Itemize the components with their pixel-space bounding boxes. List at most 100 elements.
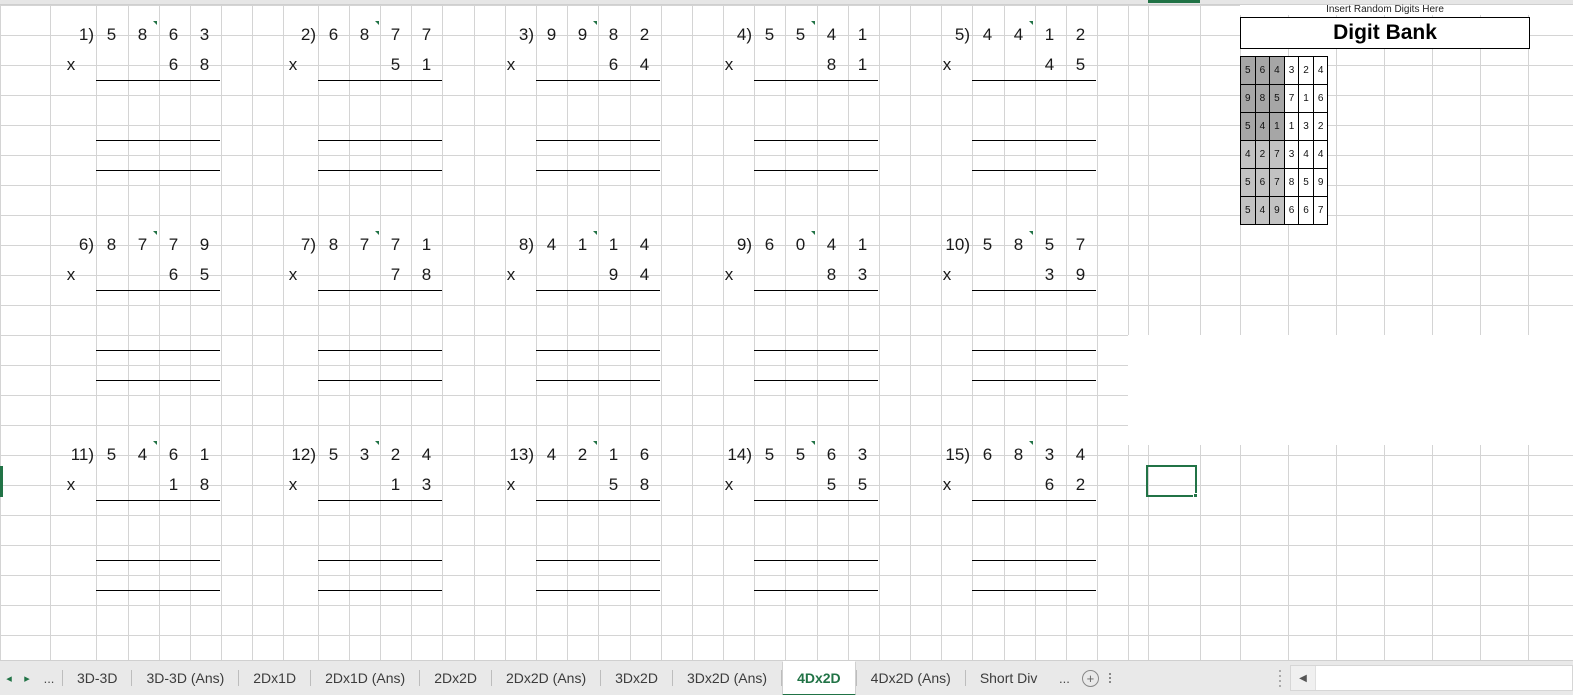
sheet-tab-2dx1d[interactable]: 2Dx1D [239,661,310,695]
multiplicand-digit[interactable]: 8 [598,20,629,50]
multiplicand-digit[interactable]: 1 [847,230,878,260]
digit-bank-cell[interactable]: 4 [1269,56,1285,85]
multiplicand-digit[interactable]: 7 [380,20,411,50]
multiplicand-digit[interactable]: 4 [1065,440,1096,470]
multiplier-digit[interactable]: 1 [380,470,411,500]
multiplicand-digit[interactable]: 4 [816,230,847,260]
digit-bank-table[interactable]: 564324985716541132427344567859549667 [1240,56,1329,225]
multiplicand-digit[interactable]: 1 [1034,20,1065,50]
multiplier-digit[interactable]: 7 [380,260,411,290]
sheet-tab-3dx2d[interactable]: 3Dx2D [601,661,672,695]
multiplicand-digit[interactable]: 8 [96,230,127,260]
sheet-tab-3dx2d-ans[interactable]: 3Dx2D (Ans) [673,661,781,695]
digit-bank-cell[interactable]: 5 [1240,112,1256,141]
multiplier-digit[interactable]: 9 [1065,260,1096,290]
multiplicand-digit[interactable]: 1 [189,440,220,470]
digit-bank-cell[interactable]: 7 [1312,196,1329,225]
multiplicand-digit[interactable]: 5 [972,230,1003,260]
multiplicand-digit[interactable]: 5 [318,440,349,470]
multiplicand-digit[interactable]: 4 [411,440,442,470]
digit-bank-cell[interactable]: 9 [1312,168,1329,197]
multiplier-digit[interactable]: 3 [1034,260,1065,290]
digit-bank-cell[interactable]: 6 [1254,168,1271,197]
multiplicand-digit[interactable]: 1 [598,230,629,260]
multiplicand-digit[interactable]: 3 [189,20,220,50]
digit-bank-cell[interactable]: 8 [1254,84,1271,113]
multiplicand-digit[interactable]: 1 [847,20,878,50]
spreadsheet-grid[interactable] [0,0,1573,660]
multiplicand-digit[interactable]: 9 [189,230,220,260]
multiplier-digit[interactable]: 8 [189,470,220,500]
digit-bank-cell[interactable]: 4 [1312,140,1329,169]
sheet-tab-short-div[interactable]: Short Div [966,661,1052,695]
multiplicand-digit[interactable]: 6 [318,20,349,50]
multiplicand-digit[interactable]: 5 [96,20,127,50]
multiplier-digit[interactable]: 5 [816,470,847,500]
multiplicand-digit[interactable]: 7 [411,20,442,50]
multiplicand-digit[interactable]: 2 [1065,20,1096,50]
multiplier-digit[interactable]: 5 [189,260,220,290]
digit-bank-cell[interactable]: 7 [1269,168,1285,197]
multiplicand-digit[interactable]: 9 [536,20,567,50]
next-sheet-arrow[interactable]: ▸ [18,661,36,695]
multiplier-digit[interactable]: 5 [1065,50,1096,80]
sheet-tab-4dx2d[interactable]: 4Dx2D [782,660,856,695]
digit-bank-cell[interactable]: 2 [1298,56,1314,85]
multiplicand-digit[interactable]: 6 [158,20,189,50]
multiplicand-digit[interactable]: 4 [536,230,567,260]
multiplier-digit[interactable]: 2 [1065,470,1096,500]
digit-bank-cell[interactable]: 6 [1283,196,1300,225]
horizontal-scrollbar[interactable]: ◀ [1290,665,1573,691]
digit-bank-cell[interactable]: 6 [1298,196,1314,225]
multiplier-digit[interactable]: 5 [598,470,629,500]
digit-bank-cell[interactable]: 4 [1254,196,1271,225]
multiplier-digit[interactable]: 8 [816,260,847,290]
digit-bank-cell[interactable]: 5 [1298,168,1314,197]
scroll-left-icon[interactable]: ◀ [1291,666,1315,690]
digit-bank-cell[interactable]: 7 [1269,140,1285,169]
digit-bank-cell[interactable]: 4 [1298,140,1314,169]
digit-bank-cell[interactable]: 5 [1240,56,1256,85]
multiplicand-digit[interactable]: 1 [411,230,442,260]
digit-bank-cell[interactable]: 5 [1269,84,1285,113]
digit-bank-cell[interactable]: 9 [1269,196,1285,225]
multiplier-digit[interactable]: 4 [629,260,660,290]
multiplicand-digit[interactable]: 6 [158,440,189,470]
multiplicand-digit[interactable]: 5 [96,440,127,470]
multiplier-digit[interactable]: 1 [847,50,878,80]
digit-bank-cell[interactable]: 2 [1312,112,1329,141]
active-cell-selection[interactable] [1146,465,1198,498]
multiplier-digit[interactable]: 6 [1034,470,1065,500]
multiplicand-digit[interactable]: 6 [629,440,660,470]
digit-bank-cell[interactable]: 9 [1240,84,1256,113]
multiplier-digit[interactable]: 3 [411,470,442,500]
multiplicand-digit[interactable]: 2 [380,440,411,470]
multiplier-digit[interactable]: 1 [158,470,189,500]
multiplicand-digit[interactable]: 7 [380,230,411,260]
multiplier-digit[interactable]: 1 [411,50,442,80]
fill-handle[interactable] [1193,493,1198,498]
digit-bank-cell[interactable]: 4 [1254,112,1271,141]
sheet-tab-2dx1d-ans[interactable]: 2Dx1D (Ans) [311,661,419,695]
multiplier-digit[interactable]: 5 [847,470,878,500]
multiplicand-digit[interactable]: 7 [158,230,189,260]
sheet-tab-2dx2d[interactable]: 2Dx2D [420,661,491,695]
multiplicand-digit[interactable]: 5 [1034,230,1065,260]
multiplier-digit[interactable]: 6 [598,50,629,80]
right-overflow-ellipsis[interactable]: ... [1051,661,1077,695]
sheet-tab-3d-3d[interactable]: 3D-3D [63,661,131,695]
multiplier-digit[interactable]: 8 [189,50,220,80]
scrollbar-track[interactable] [1315,666,1572,690]
multiplier-digit[interactable]: 6 [158,50,189,80]
multiplier-digit[interactable]: 4 [1034,50,1065,80]
digit-bank-cell[interactable]: 2 [1254,140,1271,169]
multiplicand-digit[interactable]: 4 [972,20,1003,50]
multiplicand-digit[interactable]: 1 [598,440,629,470]
sheet-tab-4dx2d-ans[interactable]: 4Dx2D (Ans) [857,661,965,695]
digit-bank-cell[interactable]: 4 [1312,56,1329,85]
digit-bank-cell[interactable]: 1 [1298,84,1314,113]
multiplicand-digit[interactable]: 5 [754,20,785,50]
multiplier-digit[interactable]: 8 [629,470,660,500]
multiplicand-digit[interactable]: 8 [318,230,349,260]
sheet-tab-3d-3d-ans[interactable]: 3D-3D (Ans) [132,661,238,695]
